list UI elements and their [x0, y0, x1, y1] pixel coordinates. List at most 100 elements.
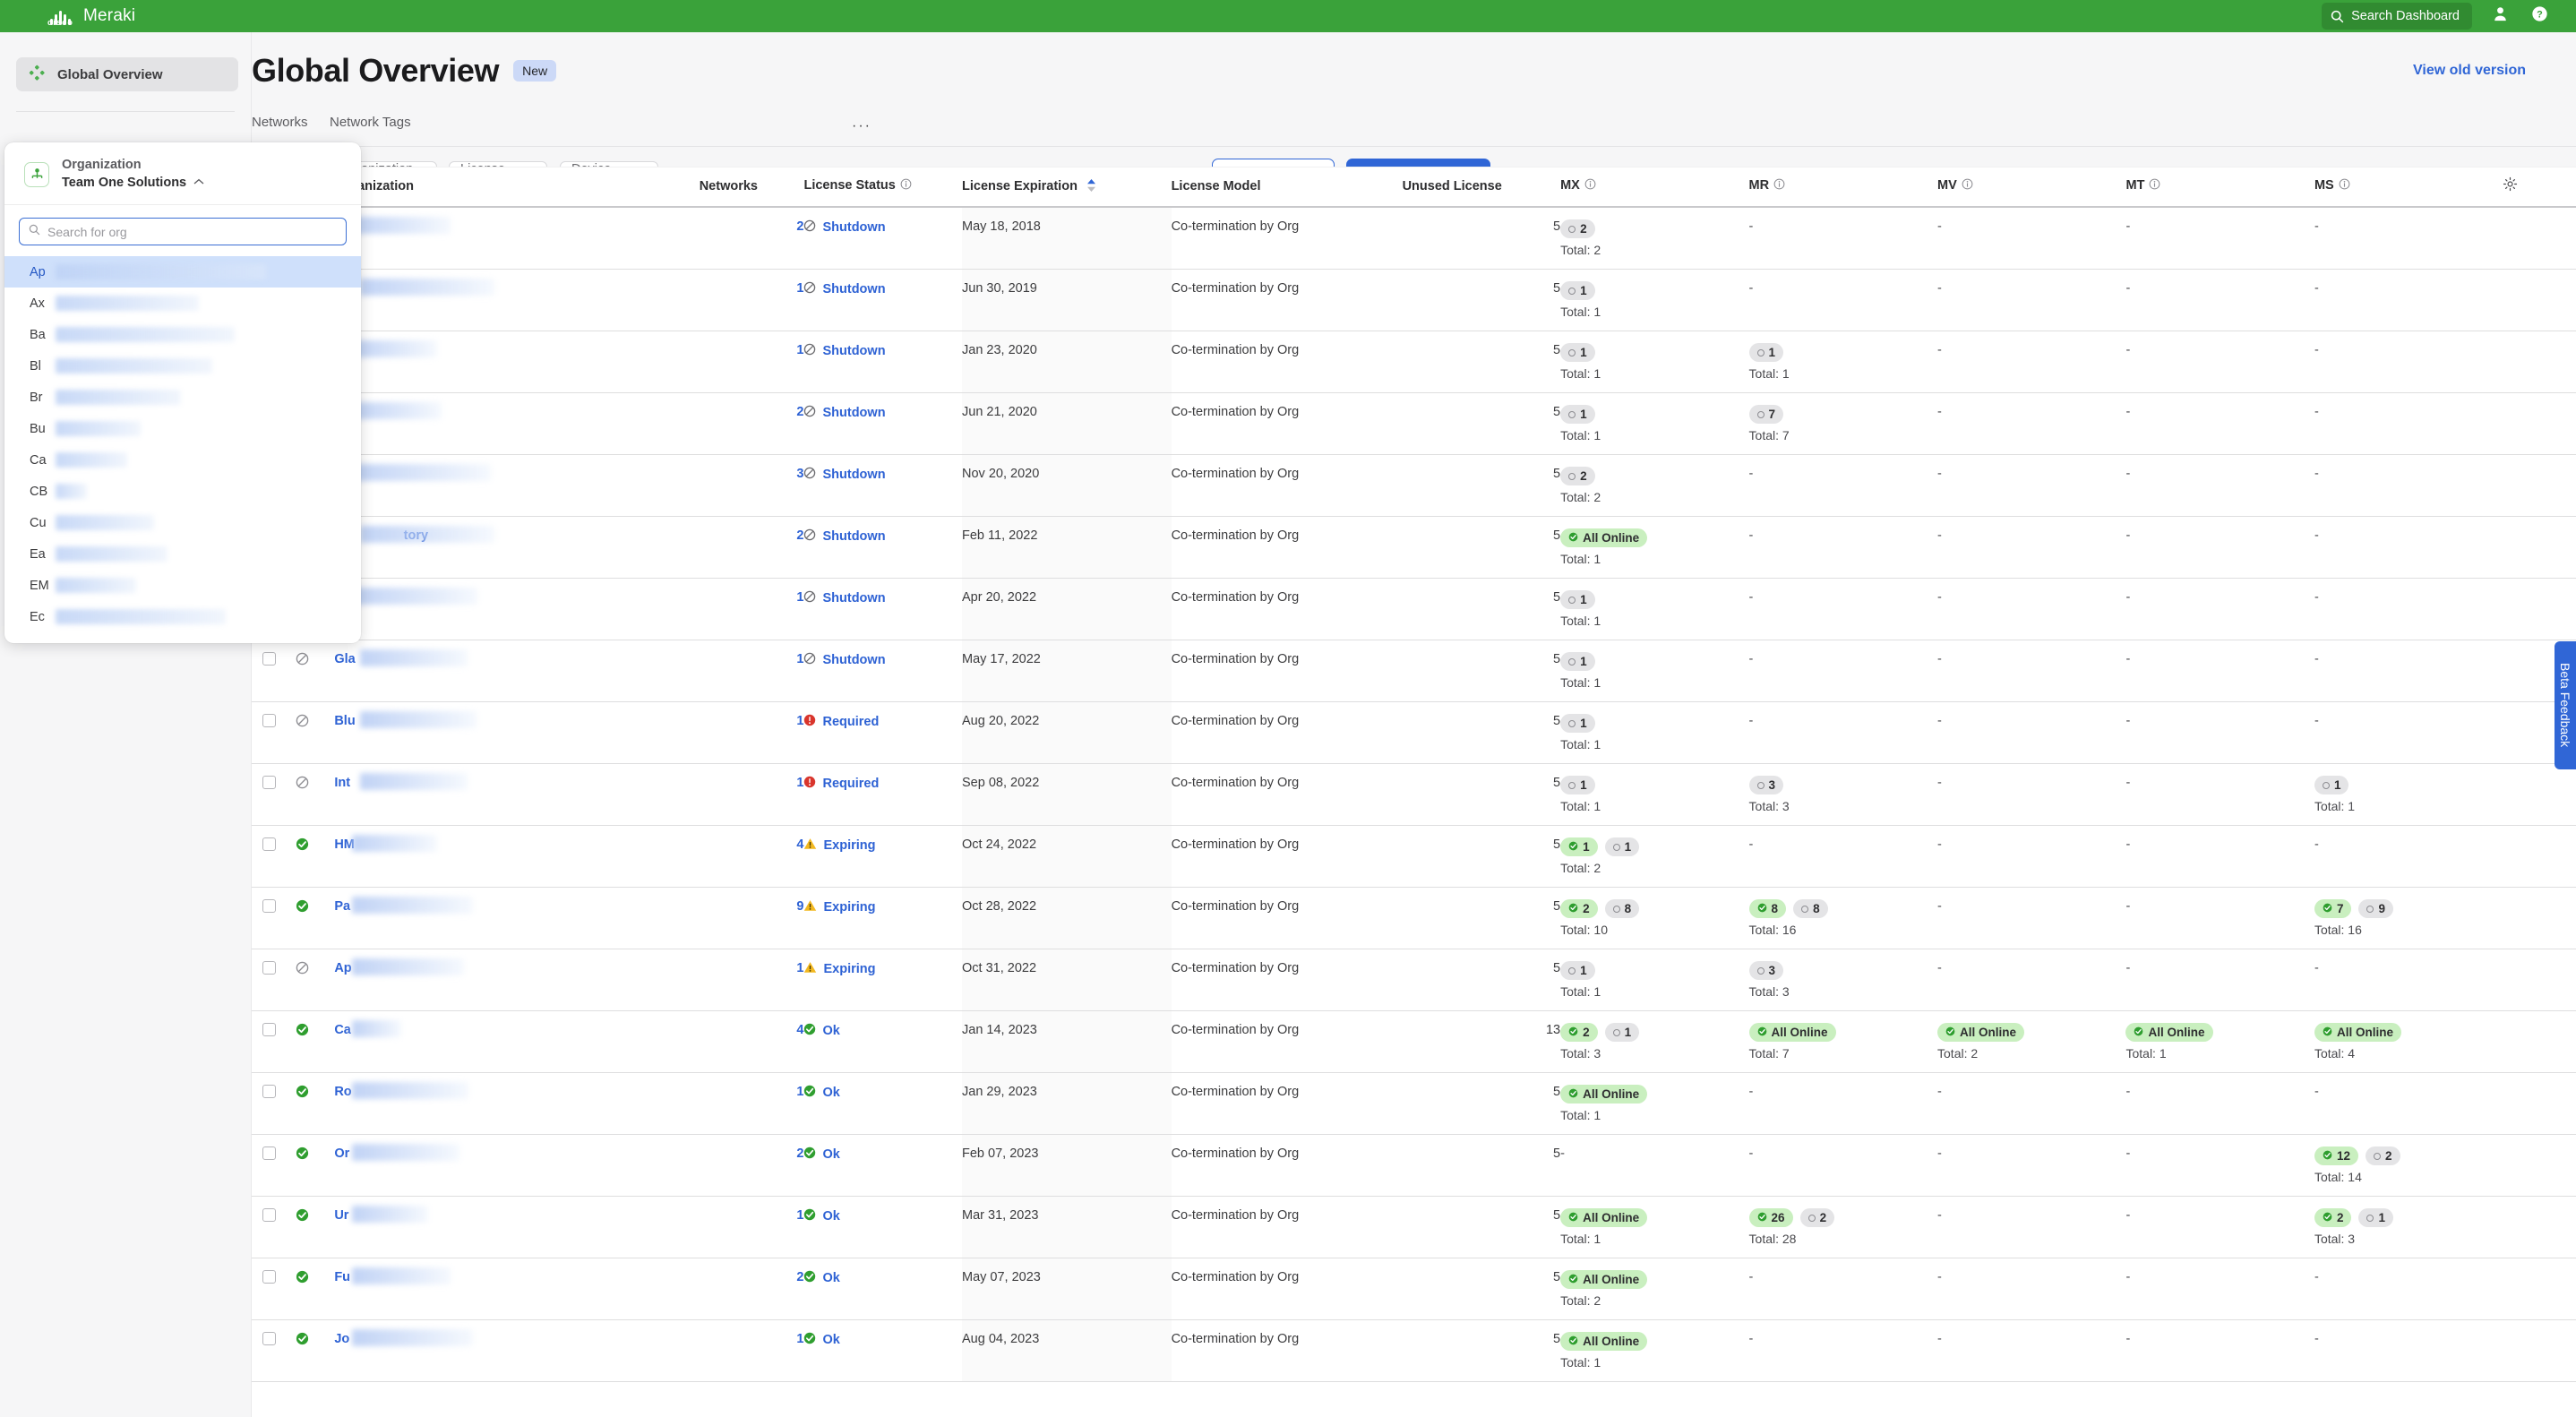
row-checkbox[interactable] — [262, 776, 276, 789]
organization-selector-header[interactable]: Organization Team One Solutions — [4, 142, 361, 205]
device-online-badge[interactable]: 12 — [2314, 1146, 2358, 1165]
org-list-item[interactable]: Ca — [4, 444, 361, 476]
table-row[interactable]: Bu2ShutdownJun 21, 2020Co-termination by… — [252, 393, 2576, 455]
organization-name-cell[interactable]: Or — [334, 1135, 699, 1197]
license-status-value[interactable]: Shutdown — [803, 467, 962, 483]
row-checkbox-cell[interactable] — [252, 1258, 296, 1320]
device-online-badge[interactable]: All Online — [2314, 1023, 2401, 1042]
org-list-item[interactable]: CB — [4, 476, 361, 507]
table-row[interactable]: HM4ExpiringOct 24, 2022Co-termination by… — [252, 826, 2576, 888]
table-row[interactable]: Fu2OkMay 07, 2023Co-termination by Org5A… — [252, 1258, 2576, 1320]
license-status-cell[interactable]: Shutdown — [803, 270, 962, 331]
device-online-badge[interactable]: All Online — [1560, 528, 1647, 547]
organization-link[interactable]: Jo — [334, 1332, 349, 1346]
networks-cell[interactable]: 1 — [700, 702, 804, 764]
device-offline-badge[interactable]: 1 — [1560, 776, 1595, 794]
info-icon[interactable] — [1962, 179, 1973, 193]
col-mt[interactable]: MT — [2125, 167, 2314, 207]
table-row[interactable]: Ur1OkMar 31, 2023Co-termination by Org5A… — [252, 1197, 2576, 1258]
view-old-version-link[interactable]: View old version — [2413, 63, 2526, 79]
device-online-badge[interactable]: 1 — [1560, 837, 1598, 856]
networks-cell[interactable]: 1 — [700, 270, 804, 331]
license-status-value[interactable]: Ok — [803, 1023, 962, 1039]
row-checkbox-cell[interactable] — [252, 888, 296, 949]
row-checkbox-cell[interactable] — [252, 826, 296, 888]
table-row[interactable]: Gla1ShutdownMay 17, 2022Co-termination b… — [252, 640, 2576, 702]
info-icon[interactable] — [2149, 179, 2160, 193]
organization-name-cell[interactable]: Pa — [334, 888, 699, 949]
table-row[interactable]: Ap1ExpiringOct 31, 2022Co-termination by… — [252, 949, 2576, 1011]
networks-cell[interactable]: 1 — [700, 764, 804, 826]
row-checkbox[interactable] — [262, 714, 276, 727]
networks-count[interactable]: 1 — [796, 714, 803, 728]
networks-count[interactable]: 1 — [796, 652, 803, 666]
networks-count[interactable]: 1 — [796, 776, 803, 790]
organization-name-cell[interactable]: Ro — [334, 579, 699, 640]
device-offline-badge[interactable]: 1 — [1605, 837, 1640, 856]
networks-cell[interactable]: 1 — [700, 1073, 804, 1135]
networks-count[interactable]: 2 — [796, 528, 803, 543]
row-checkbox[interactable] — [262, 961, 276, 975]
device-offline-badge[interactable]: 2 — [2366, 1146, 2400, 1165]
table-row[interactable]: Blu1RequiredAug 20, 2022Co-termination b… — [252, 702, 2576, 764]
col-mr[interactable]: MR — [1749, 167, 1937, 207]
organization-link[interactable]: Ap — [334, 961, 351, 975]
networks-cell[interactable]: 1 — [700, 1197, 804, 1258]
organization-name-cell[interactable]: Ro — [334, 1073, 699, 1135]
organization-link[interactable]: Blu — [334, 714, 355, 728]
networks-count[interactable]: 1 — [796, 1085, 803, 1099]
organization-name-cell[interactable]: HM — [334, 826, 699, 888]
organization-name-cell[interactable]: Ur — [334, 207, 699, 270]
org-list-item[interactable]: EM — [4, 570, 361, 601]
row-checkbox[interactable] — [262, 652, 276, 666]
license-status-cell[interactable]: Required — [803, 702, 962, 764]
device-online-badge[interactable]: All Online — [2125, 1023, 2212, 1042]
license-status-cell[interactable]: Expiring — [803, 826, 962, 888]
networks-count[interactable]: 2 — [796, 405, 803, 419]
row-checkbox-cell[interactable] — [252, 702, 296, 764]
org-search-input[interactable]: Search for org — [19, 218, 347, 245]
license-status-cell[interactable]: Shutdown — [803, 640, 962, 702]
networks-cell[interactable]: 1 — [700, 1320, 804, 1382]
license-status-cell[interactable]: Shutdown — [803, 331, 962, 393]
organization-link[interactable]: Ur — [334, 1208, 348, 1223]
device-online-badge[interactable]: All Online — [1749, 1023, 1836, 1042]
organization-link[interactable]: Or — [334, 1146, 349, 1161]
networks-cell[interactable]: 1 — [700, 640, 804, 702]
org-list-item[interactable]: Ba — [4, 319, 361, 350]
networks-cell[interactable]: 3 — [700, 455, 804, 517]
col-networks[interactable]: Networks — [700, 167, 804, 207]
organization-name-cell[interactable]: Qv — [334, 455, 699, 517]
organization-link[interactable]: Fu — [334, 1270, 350, 1284]
table-row[interactable]: Ur2ShutdownMay 18, 2018Co-termination by… — [252, 207, 2576, 270]
device-offline-badge[interactable]: 8 — [1605, 899, 1640, 918]
device-offline-badge[interactable]: 3 — [1749, 776, 1784, 794]
license-status-cell[interactable]: Expiring — [803, 949, 962, 1011]
license-status-value[interactable]: Expiring — [803, 837, 962, 854]
device-offline-badge[interactable]: 2 — [1560, 467, 1595, 485]
organization-link[interactable]: Ca — [334, 1023, 351, 1037]
organization-name-cell[interactable]: Br — [334, 331, 699, 393]
license-status-cell[interactable]: Ok — [803, 1258, 962, 1320]
organization-link[interactable]: Pa — [334, 899, 350, 914]
help-button[interactable]: ? — [2528, 4, 2551, 28]
device-online-badge[interactable]: 2 — [1560, 899, 1598, 918]
networks-count[interactable]: 2 — [796, 1146, 803, 1161]
row-checkbox[interactable] — [262, 899, 276, 913]
device-offline-badge[interactable]: 2 — [1800, 1208, 1835, 1227]
device-online-badge[interactable]: All Online — [1560, 1270, 1647, 1289]
organization-link[interactable]: Int — [334, 776, 350, 790]
row-checkbox[interactable] — [262, 837, 276, 851]
table-row[interactable]: Br1ShutdownJan 23, 2020Co-termination by… — [252, 331, 2576, 393]
device-offline-badge[interactable]: 1 — [1560, 714, 1595, 733]
networks-cell[interactable]: 2 — [700, 517, 804, 579]
license-status-value[interactable]: Ok — [803, 1085, 962, 1101]
organization-name-cell[interactable]: Jo — [334, 1320, 699, 1382]
license-status-value[interactable]: Ok — [803, 1332, 962, 1348]
networks-cell[interactable]: 1 — [700, 949, 804, 1011]
device-offline-badge[interactable]: 9 — [2358, 899, 2393, 918]
networks-cell[interactable]: 2 — [700, 207, 804, 270]
org-list-item[interactable]: Ec — [4, 601, 361, 632]
networks-count[interactable]: 4 — [796, 837, 803, 852]
organization-name-cell[interactable]: Fis tory — [334, 517, 699, 579]
